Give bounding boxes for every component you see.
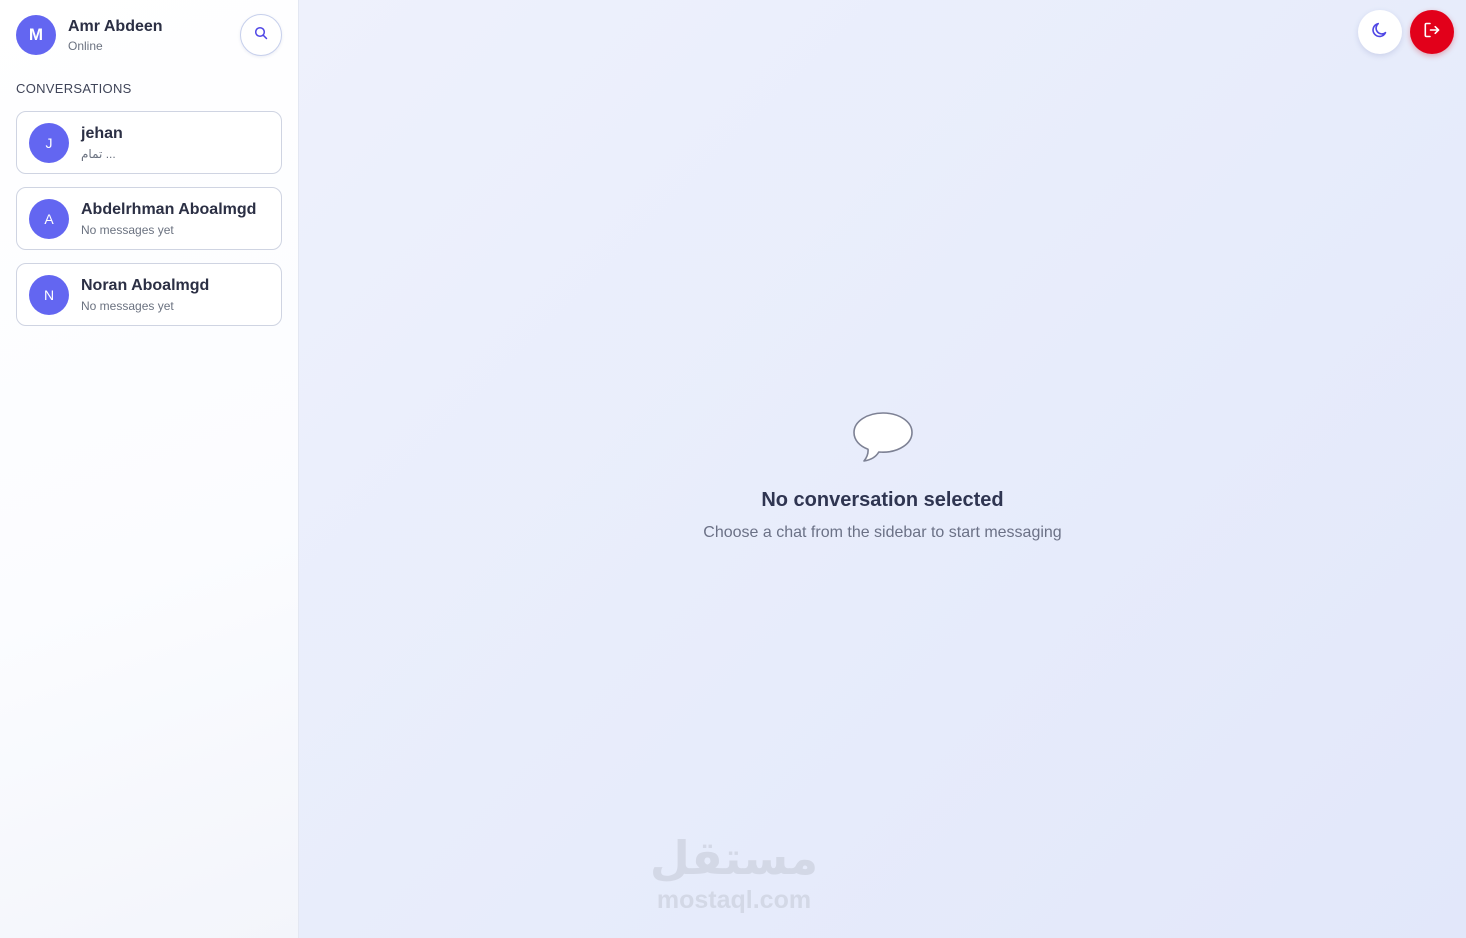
conversation-name: Noran Aboalmgd bbox=[81, 276, 210, 294]
empty-state-title: No conversation selected bbox=[761, 489, 1004, 511]
conversation-list: J jehan تمام ... A Abdelrhman Aboalmgd N… bbox=[16, 111, 282, 326]
sidebar: M Amr Abdeen Online CONVERSATIONS J jeha bbox=[0, 0, 299, 938]
chat-bubble-icon bbox=[850, 410, 916, 464]
empty-state: No conversation selected Choose a chat f… bbox=[299, 410, 1466, 542]
avatar: M bbox=[16, 15, 56, 55]
watermark-url: mostaql.com bbox=[656, 886, 812, 914]
chat-area: No conversation selected Choose a chat f… bbox=[299, 0, 1466, 938]
app: M Amr Abdeen Online CONVERSATIONS J jeha bbox=[0, 0, 1466, 938]
watermark: مستقل mostaql.com bbox=[644, 830, 824, 914]
avatar: J bbox=[29, 122, 69, 163]
conversation-item-noran[interactable]: N Noran Aboalmgd No messages yet bbox=[16, 263, 282, 326]
conversation-preview: تمام ... bbox=[81, 146, 116, 161]
avatar: A bbox=[29, 198, 69, 239]
logout-button[interactable] bbox=[1410, 10, 1454, 54]
conversation-text: Abdelrhman Aboalmgd No messages yet bbox=[81, 200, 256, 238]
search-button[interactable] bbox=[240, 14, 282, 56]
conversation-item-abdelrhman[interactable]: A Abdelrhman Aboalmgd No messages yet bbox=[16, 187, 282, 250]
conversations-heading: CONVERSATIONS bbox=[16, 81, 132, 96]
conversation-name: Abdelrhman Aboalmgd bbox=[81, 200, 257, 218]
user-profile: M Amr Abdeen Online bbox=[16, 14, 282, 56]
avatar: N bbox=[29, 274, 69, 315]
conversation-preview: No messages yet bbox=[81, 222, 174, 237]
conversation-text: jehan تمام ... bbox=[81, 124, 123, 162]
conversation-name: jehan bbox=[81, 124, 123, 142]
top-actions bbox=[1358, 10, 1454, 54]
search-icon bbox=[254, 26, 268, 45]
watermark-logo: مستقل bbox=[649, 831, 819, 885]
moon-icon bbox=[1370, 20, 1390, 45]
user-name: Amr Abdeen bbox=[68, 17, 163, 35]
user-status: Online bbox=[68, 38, 103, 53]
theme-toggle-button[interactable] bbox=[1358, 10, 1402, 54]
conversation-text: Noran Aboalmgd No messages yet bbox=[81, 276, 209, 314]
logout-icon bbox=[1422, 20, 1442, 45]
conversation-preview: No messages yet bbox=[81, 298, 174, 313]
profile-info: Amr Abdeen Online bbox=[68, 17, 240, 54]
empty-state-subtitle: Choose a chat from the sidebar to start … bbox=[703, 524, 1062, 541]
conversation-item-jehan[interactable]: J jehan تمام ... bbox=[16, 111, 282, 174]
